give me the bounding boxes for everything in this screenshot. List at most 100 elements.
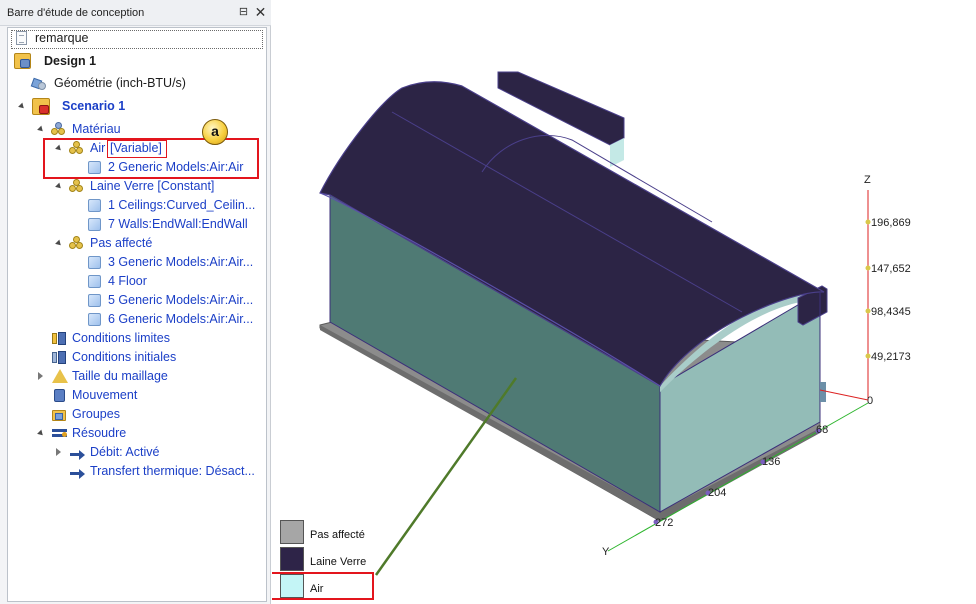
tree-item-label: Géométrie (inch-BTU/s) xyxy=(54,76,186,90)
wall-vent xyxy=(820,382,826,402)
collapse-arrow-icon[interactable] xyxy=(55,182,63,191)
tree-item-scenario[interactable]: Scenario 1 xyxy=(8,97,266,116)
tree-item-label: 3 Generic Models:Air:Air... xyxy=(108,255,254,269)
tree-item-label: Pas affecté xyxy=(90,236,153,250)
panel-title: Barre d'étude de conception xyxy=(7,7,145,19)
z-tick-label: 196,869 xyxy=(871,217,911,229)
z-tick-dot xyxy=(865,308,871,314)
material-icon xyxy=(69,179,84,194)
z-tick-label: 98,4345 xyxy=(871,306,911,318)
design-tree: remarque Design 1 Géométrie (inch-BTU/s)… xyxy=(7,27,267,602)
tree-item-label: Conditions limites xyxy=(72,331,170,345)
z-tick-label: 147,652 xyxy=(871,263,911,275)
tree-item-part[interactable]: 3 Generic Models:Air:Air... xyxy=(8,253,266,272)
tree-item-label: Laine Verre [Constant] xyxy=(90,179,215,193)
boundary-conditions-icon xyxy=(52,331,67,346)
expand-arrow-icon[interactable] xyxy=(56,448,61,456)
z-tick-label: 49,2173 xyxy=(871,351,911,363)
annotation-badge-a: a xyxy=(202,119,228,145)
part-cube-icon xyxy=(88,218,101,231)
tree-item-label: Mouvement xyxy=(72,388,138,402)
tree-item-label: remarque xyxy=(35,31,89,45)
tree-item-label: Résoudre xyxy=(72,426,127,440)
tree-item-pas-affecte[interactable]: Pas affecté xyxy=(8,234,266,253)
pin-icon[interactable]: ⊟ xyxy=(236,5,251,20)
geometry-icon xyxy=(30,76,46,91)
note-icon xyxy=(16,31,27,45)
tree-item-label: 6 Generic Models:Air:Air... xyxy=(108,312,254,326)
tree-item-part[interactable]: 4 Floor xyxy=(8,272,266,291)
tree-item-motion[interactable]: Mouvement xyxy=(8,386,266,405)
collapse-arrow-icon[interactable] xyxy=(37,429,45,438)
part-cube-icon xyxy=(88,256,101,269)
z-ticks: 196,869 147,652 98,4345 49,2173 0 xyxy=(865,217,911,407)
tree-item-solve[interactable]: Résoudre xyxy=(8,424,266,443)
tree-item-label: 7 Walls:EndWall:EndWall xyxy=(108,217,248,231)
y-axis-label: Y xyxy=(602,546,610,558)
annotation-leader-b xyxy=(374,377,518,576)
design-folder-icon xyxy=(14,53,31,69)
tree-item-label: 5 Generic Models:Air:Air... xyxy=(108,293,254,307)
legend-label: Laine Verre xyxy=(310,556,367,568)
part-cube-icon xyxy=(88,275,101,288)
tree-item-label: Transfert thermique: Désact... xyxy=(90,464,255,478)
heat-transfer-arrow-icon xyxy=(70,464,85,479)
tree-item-design[interactable]: Design 1 xyxy=(8,52,266,71)
tree-item-label: Design 1 xyxy=(44,54,97,68)
tree-item-boundary-conditions[interactable]: Conditions limites xyxy=(8,329,266,348)
initial-conditions-icon xyxy=(52,350,67,365)
annotation-box-variable xyxy=(107,140,167,158)
panel-header: Barre d'étude de conception ⊟ ✕ xyxy=(0,0,271,26)
scenario-icon xyxy=(32,98,50,115)
x-axis xyxy=(819,389,869,401)
design-study-bar: Barre d'étude de conception ⊟ ✕ remarque… xyxy=(0,0,271,604)
tree-item-initial-conditions[interactable]: Conditions initiales xyxy=(8,348,266,367)
tree-item-label: Scenario 1 xyxy=(62,99,126,113)
flow-arrow-icon xyxy=(70,445,85,460)
y-tick-label: 204 xyxy=(708,487,726,499)
z-axis-label: Z xyxy=(864,174,871,186)
solve-icon xyxy=(52,426,67,441)
part-cube-icon xyxy=(88,294,101,307)
y-tick-label: 272 xyxy=(655,517,673,529)
legend-label: Pas affecté xyxy=(310,529,365,541)
tree-item-label: 4 Floor xyxy=(108,274,147,288)
tree-item-part[interactable]: 5 Generic Models:Air:Air... xyxy=(8,291,266,310)
legend-swatch-laine-verre xyxy=(280,547,304,571)
tree-item-label: Conditions initiales xyxy=(72,350,177,364)
tree-item-flow[interactable]: Débit: Activé xyxy=(8,443,266,462)
material-icon xyxy=(69,236,84,251)
y-tick-label: 136 xyxy=(762,456,780,468)
tree-item-mesh-size[interactable]: Taille du maillage xyxy=(8,367,266,386)
mesh-size-icon xyxy=(52,369,68,384)
collapse-arrow-icon[interactable] xyxy=(55,239,63,248)
tree-item-part[interactable]: 7 Walls:EndWall:EndWall xyxy=(8,215,266,234)
3d-model-scene[interactable]: Z 196,869 147,652 98,4345 49,2173 0 Y 68… xyxy=(272,0,976,604)
z-tick-dot xyxy=(865,353,871,359)
collapse-arrow-icon[interactable] xyxy=(18,102,26,111)
tree-item-label: Matériau xyxy=(72,122,121,136)
expand-arrow-icon[interactable] xyxy=(38,372,43,380)
y-tick-label: 68 xyxy=(816,424,828,436)
motion-icon xyxy=(52,388,67,403)
close-icon[interactable]: ✕ xyxy=(253,5,268,20)
legend-swatch-pas-affecte xyxy=(280,520,304,544)
tree-item-label: 1 Ceilings:Curved_Ceilin... xyxy=(108,198,256,212)
z-tick-dot xyxy=(865,265,871,271)
tree-item-geometry[interactable]: Géométrie (inch-BTU/s) xyxy=(8,74,266,93)
part-cube-icon xyxy=(88,199,101,212)
annotation-box-b xyxy=(272,572,374,600)
z-tick-dot xyxy=(865,219,871,225)
tree-item-part[interactable]: 6 Generic Models:Air:Air... xyxy=(8,310,266,329)
tree-item-groups[interactable]: Groupes xyxy=(8,405,266,424)
z-tick-label: 0 xyxy=(867,395,873,407)
groups-folder-icon xyxy=(52,407,67,422)
tree-item-label: Groupes xyxy=(72,407,120,421)
tree-item-part[interactable]: 1 Ceilings:Curved_Ceilin... xyxy=(8,196,266,215)
tree-item-remarque[interactable]: remarque xyxy=(8,29,266,49)
tree-item-heat-transfer[interactable]: Transfert thermique: Désact... xyxy=(8,462,266,481)
tree-item-laine-verre[interactable]: Laine Verre [Constant] xyxy=(8,177,266,196)
material-icon xyxy=(51,122,66,137)
collapse-arrow-icon[interactable] xyxy=(37,125,45,134)
3d-viewport[interactable]: Z 196,869 147,652 98,4345 49,2173 0 Y 68… xyxy=(272,0,976,604)
